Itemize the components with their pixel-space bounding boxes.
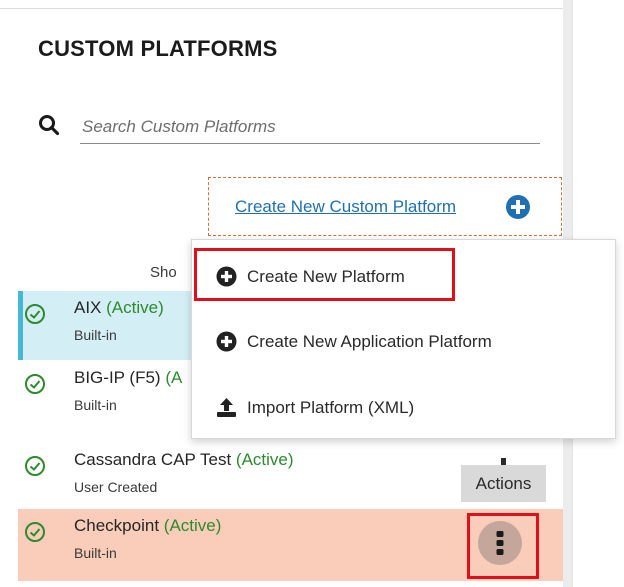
check-circle-icon <box>25 456 45 476</box>
actions-tooltip: Actions <box>461 465 546 502</box>
create-dropdown-menu: Create New Platform Create New Applicati… <box>191 239 616 439</box>
platform-type: Built-in <box>74 397 117 413</box>
page-title: CUSTOM PLATFORMS <box>38 36 278 61</box>
sort-label: Sho <box>150 264 177 281</box>
menu-item-label: Import Platform (XML) <box>247 398 415 417</box>
create-custom-platform-link[interactable]: Create New Custom Platform <box>235 197 456 217</box>
actions-button[interactable] <box>478 521 522 565</box>
kebab-menu-icon <box>496 531 504 555</box>
menu-item-import-platform[interactable]: Import Platform (XML) <box>192 377 615 437</box>
plus-circle-icon <box>216 331 237 352</box>
platform-type: User Created <box>74 479 158 495</box>
menu-item-create-new-application-platform[interactable]: Create New Application Platform <box>192 311 615 371</box>
platform-name: Checkpoint (Active) <box>74 516 222 535</box>
menu-item-label: Create New Platform <box>247 267 405 286</box>
check-circle-icon <box>25 522 45 542</box>
search-input[interactable] <box>80 110 540 144</box>
menu-item-label: Create New Application Platform <box>247 332 492 351</box>
panel-top-border <box>0 8 563 9</box>
platform-type: Built-in <box>74 545 117 561</box>
plus-circle-icon[interactable] <box>505 194 531 220</box>
check-circle-icon <box>25 304 45 324</box>
platform-type: Built-in <box>74 327 117 343</box>
menu-item-create-new-platform[interactable]: Create New Platform <box>192 246 615 306</box>
check-circle-icon <box>25 374 45 394</box>
upload-icon <box>217 398 236 417</box>
platform-name: AIX (Active) <box>74 298 164 317</box>
platform-name: BIG-IP (F5) (A <box>74 368 183 387</box>
plus-circle-icon <box>216 266 237 287</box>
platform-name: Cassandra CAP Test (Active) <box>74 450 294 469</box>
search-icon <box>39 115 60 136</box>
